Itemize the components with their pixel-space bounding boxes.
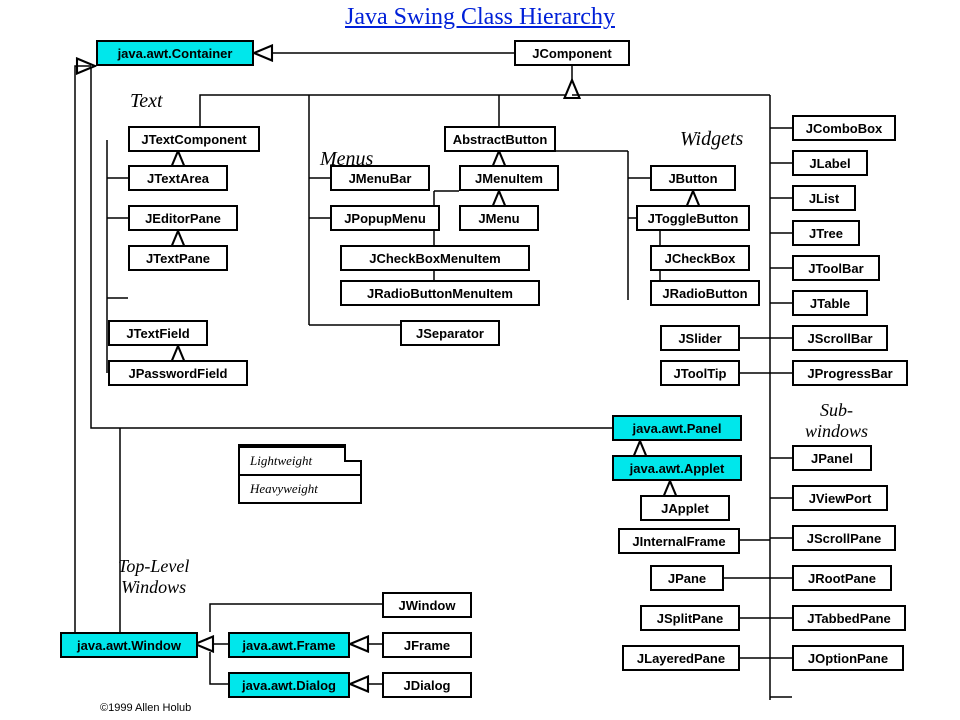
class-jprogressbar: JProgressBar <box>792 360 908 386</box>
class-jviewport: JViewPort <box>792 485 888 511</box>
group-toplevel: Top-Level Windows <box>118 556 189 598</box>
class-jrootpane: JRootPane <box>792 565 892 591</box>
class-awt-panel: java.awt.Panel <box>612 415 742 441</box>
class-jlayeredpane: JLayeredPane <box>622 645 740 671</box>
class-jradiobuttonmenuitem: JRadioButtonMenuItem <box>340 280 540 306</box>
class-jwindow: JWindow <box>382 592 472 618</box>
class-jinternalframe: JInternalFrame <box>618 528 740 554</box>
class-jbutton: JButton <box>650 165 736 191</box>
class-jframe: JFrame <box>382 632 472 658</box>
class-jcheckboxmenuitem: JCheckBoxMenuItem <box>340 245 530 271</box>
class-jlist: JList <box>792 185 856 211</box>
class-jtextpane: JTextPane <box>128 245 228 271</box>
class-jcheckbox: JCheckBox <box>650 245 750 271</box>
class-jcomponent: JComponent <box>514 40 630 66</box>
class-awt-frame: java.awt.Frame <box>228 632 350 658</box>
class-jpane: JPane <box>650 565 724 591</box>
class-jscrollpane: JScrollPane <box>792 525 896 551</box>
class-jlabel: JLabel <box>792 150 868 176</box>
class-jpanel: JPanel <box>792 445 872 471</box>
class-jtoolbar: JToolBar <box>792 255 880 281</box>
class-jtextarea: JTextArea <box>128 165 228 191</box>
class-joptionpane: JOptionPane <box>792 645 904 671</box>
legend-heavyweight: Heavyweight <box>240 474 360 502</box>
class-jtooltip: JToolTip <box>660 360 740 386</box>
class-jmenubar: JMenuBar <box>330 165 430 191</box>
class-jpopupmenu: JPopupMenu <box>330 205 440 231</box>
class-awt-window: java.awt.Window <box>60 632 198 658</box>
legend-note: Lightweight Heavyweight <box>238 444 362 504</box>
class-jdialog: JDialog <box>382 672 472 698</box>
legend-lightweight: Lightweight <box>240 446 360 474</box>
class-jsplitpane: JSplitPane <box>640 605 740 631</box>
group-subwindows: Sub- windows <box>805 400 868 442</box>
class-jradiobutton: JRadioButton <box>650 280 760 306</box>
class-jtabbedpane: JTabbedPane <box>792 605 906 631</box>
class-awt-dialog: java.awt.Dialog <box>228 672 350 698</box>
class-jtextcomponent: JTextComponent <box>128 126 260 152</box>
class-jscrollbar: JScrollBar <box>792 325 888 351</box>
class-jslider: JSlider <box>660 325 740 351</box>
group-widgets: Widgets <box>680 128 743 151</box>
class-jeditorpane: JEditorPane <box>128 205 238 231</box>
class-japplet: JApplet <box>640 495 730 521</box>
class-container: java.awt.Container <box>96 40 254 66</box>
class-jtable: JTable <box>792 290 868 316</box>
class-jmenuitem: JMenuItem <box>459 165 559 191</box>
class-jmenu: JMenu <box>459 205 539 231</box>
copyright: ©1999 Allen Holub <box>100 702 191 714</box>
class-jtogglebutton: JToggleButton <box>636 205 750 231</box>
class-jseparator: JSeparator <box>400 320 500 346</box>
class-jtextfield: JTextField <box>108 320 208 346</box>
class-jcombobox: JComboBox <box>792 115 896 141</box>
class-abstractbutton: AbstractButton <box>444 126 556 152</box>
class-jtree: JTree <box>792 220 860 246</box>
class-awt-applet: java.awt.Applet <box>612 455 742 481</box>
group-text: Text <box>130 90 163 113</box>
note-fold-icon <box>344 444 362 462</box>
class-jpasswordfield: JPasswordField <box>108 360 248 386</box>
